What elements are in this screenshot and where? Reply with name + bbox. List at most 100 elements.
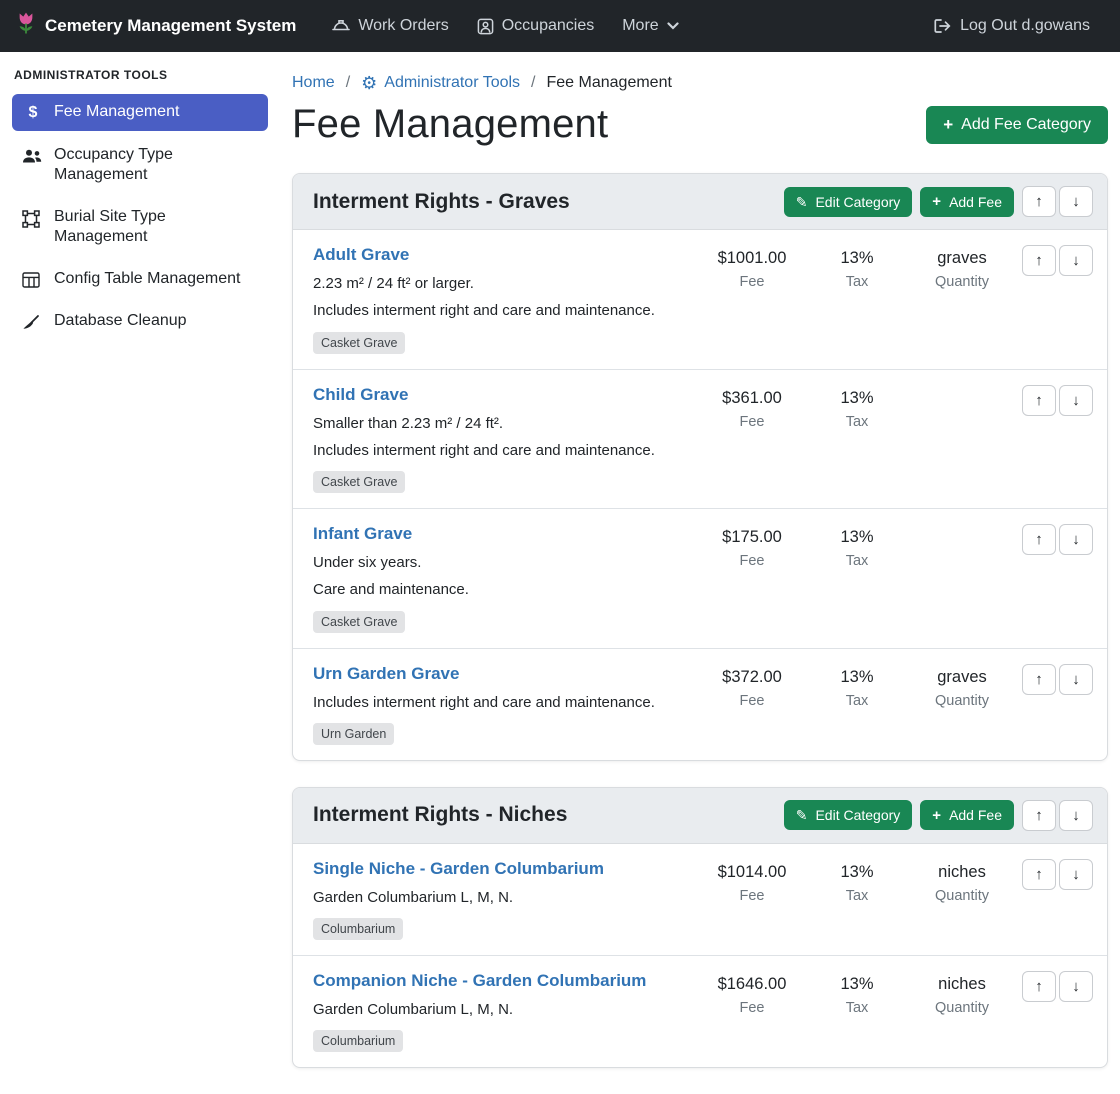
up-arrow-icon: ↑ <box>1035 531 1043 548</box>
top-navbar: Cemetery Management System Work Orders O… <box>0 0 1120 52</box>
category-card-graves: Interment Rights - Graves ✎ Edit Categor… <box>292 173 1108 761</box>
move-fee-up-button[interactable]: ↑ <box>1022 971 1056 1002</box>
pencil-icon: ✎ <box>796 195 808 209</box>
add-fee-label: Add Fee <box>949 194 1002 210</box>
move-category-down-button[interactable]: ↓ <box>1059 800 1093 831</box>
add-fee-button[interactable]: + Add Fee <box>920 187 1014 217</box>
fee-reorder-buttons: ↑ ↓ <box>1022 245 1093 276</box>
fee-name-link[interactable]: Urn Garden Grave <box>313 664 684 684</box>
fee-amount-column: $361.00 Fee <box>692 385 812 435</box>
down-arrow-icon: ↓ <box>1072 671 1080 688</box>
add-fee-label: Add Fee <box>949 807 1002 823</box>
sidebar-item-label: Burial Site Type Management <box>54 207 258 247</box>
tax-label: Tax <box>812 271 902 294</box>
fee-info: Child Grave Smaller than 2.23 m² / 24 ft… <box>313 385 692 494</box>
plus-icon: + <box>932 194 941 209</box>
move-fee-up-button[interactable]: ↑ <box>1022 385 1056 416</box>
move-fee-up-button[interactable]: ↑ <box>1022 524 1056 555</box>
category-reorder-buttons: ↑ ↓ <box>1022 800 1093 831</box>
move-fee-down-button[interactable]: ↓ <box>1059 524 1093 555</box>
nav-item-occupancies[interactable]: Occupancies <box>463 17 609 35</box>
fee-amount-label: Fee <box>692 885 812 908</box>
sidebar-item-label: Config Table Management <box>54 269 241 289</box>
fee-info: Urn Garden Grave Includes interment righ… <box>313 664 692 745</box>
app-brand[interactable]: Cemetery Management System <box>16 11 296 41</box>
sidebar-item-config-table-management[interactable]: Config Table Management <box>12 261 268 297</box>
move-fee-down-button[interactable]: ↓ <box>1059 385 1093 416</box>
sidebar-item-fee-management[interactable]: $ Fee Management <box>12 94 268 131</box>
move-fee-up-button[interactable]: ↑ <box>1022 859 1056 890</box>
sidebar: Administrator Tools $ Fee Management Occ… <box>0 52 280 346</box>
tax-column: 13% Tax <box>812 664 902 714</box>
add-fee-button[interactable]: + Add Fee <box>920 800 1014 830</box>
fee-amount-label: Fee <box>692 271 812 294</box>
fee-amount-column: $1001.00 Fee <box>692 245 812 295</box>
tax-column: 13% Tax <box>812 245 902 295</box>
move-category-up-button[interactable]: ↑ <box>1022 186 1056 217</box>
occupant-card-icon <box>477 18 494 35</box>
sidebar-item-occupancy-type-management[interactable]: Occupancy Type Management <box>12 137 268 193</box>
fee-row-adult-grave: Adult Grave 2.23 m² / 24 ft² or larger. … <box>293 230 1107 370</box>
breadcrumb: Home / ⚙ Administrator Tools / Fee Manag… <box>292 74 1108 92</box>
fee-name-link[interactable]: Child Grave <box>313 385 684 405</box>
quantity-value: niches <box>902 971 1022 997</box>
edit-category-button[interactable]: ✎ Edit Category <box>784 187 913 217</box>
quantity-column: graves Quantity <box>902 245 1022 295</box>
app-brand-label: Cemetery Management System <box>45 16 296 36</box>
nav-item-more[interactable]: More <box>608 17 692 35</box>
up-arrow-icon: ↑ <box>1035 193 1043 210</box>
sidebar-heading: Administrator Tools <box>0 68 280 92</box>
nav-item-work-orders[interactable]: Work Orders <box>318 17 462 35</box>
fee-name-link[interactable]: Adult Grave <box>313 245 684 265</box>
plus-icon: + <box>943 116 953 133</box>
up-arrow-icon: ↑ <box>1035 807 1043 824</box>
quantity-column: niches Quantity <box>902 859 1022 909</box>
fee-description: Includes interment right and care and ma… <box>313 691 684 714</box>
move-fee-up-button[interactable]: ↑ <box>1022 664 1056 695</box>
pencil-icon: ✎ <box>796 808 808 822</box>
move-fee-down-button[interactable]: ↓ <box>1059 859 1093 890</box>
sidebar-item-database-cleanup[interactable]: Database Cleanup <box>12 303 268 340</box>
sidebar-item-label: Database Cleanup <box>54 311 187 331</box>
category-header: Interment Rights - Graves ✎ Edit Categor… <box>293 174 1107 230</box>
plus-icon: + <box>932 808 941 823</box>
edit-category-label: Edit Category <box>815 807 900 823</box>
nav-item-label: Occupancies <box>502 17 595 35</box>
move-fee-down-button[interactable]: ↓ <box>1059 245 1093 276</box>
fee-name-link[interactable]: Companion Niche - Garden Columbarium <box>313 971 684 991</box>
quantity-label: Quantity <box>902 997 1022 1020</box>
breadcrumb-current: Fee Management <box>547 74 672 92</box>
move-category-down-button[interactable]: ↓ <box>1059 186 1093 217</box>
fee-type-badge: Casket Grave <box>313 611 405 633</box>
fee-amount-column: $175.00 Fee <box>692 524 812 574</box>
move-fee-up-button[interactable]: ↑ <box>1022 245 1056 276</box>
tax-value: 13% <box>812 859 902 885</box>
move-fee-down-button[interactable]: ↓ <box>1059 971 1093 1002</box>
fee-name-link[interactable]: Infant Grave <box>313 524 684 544</box>
breadcrumb-home-link[interactable]: Home <box>292 74 335 92</box>
quantity-label: Quantity <box>902 885 1022 908</box>
move-category-up-button[interactable]: ↑ <box>1022 800 1056 831</box>
fee-name-link[interactable]: Single Niche - Garden Columbarium <box>313 859 684 879</box>
tax-value: 13% <box>812 245 902 271</box>
fee-type-badge: Casket Grave <box>313 332 405 354</box>
gear-icon: ⚙ <box>361 74 377 92</box>
breadcrumb-admin-tools-link[interactable]: ⚙ Administrator Tools <box>361 74 520 92</box>
down-arrow-icon: ↓ <box>1072 807 1080 824</box>
move-fee-down-button[interactable]: ↓ <box>1059 664 1093 695</box>
logout-link[interactable]: Log Out d.gowans <box>919 17 1104 35</box>
tax-label: Tax <box>812 411 902 434</box>
down-arrow-icon: ↓ <box>1072 392 1080 409</box>
category-card-niches: Interment Rights - Niches ✎ Edit Categor… <box>292 787 1108 1069</box>
fee-amount-label: Fee <box>692 411 812 434</box>
quantity-value: graves <box>902 245 1022 271</box>
quantity-label: Quantity <box>902 271 1022 294</box>
fee-reorder-buttons: ↑ ↓ <box>1022 971 1093 1002</box>
add-fee-category-button[interactable]: + Add Fee Category <box>926 106 1108 144</box>
nav-item-label: More <box>622 17 658 35</box>
hard-hat-icon <box>332 19 350 34</box>
sidebar-item-burial-site-type-management[interactable]: Burial Site Type Management <box>12 199 268 255</box>
fee-amount: $372.00 <box>692 664 812 690</box>
fee-amount: $175.00 <box>692 524 812 550</box>
edit-category-button[interactable]: ✎ Edit Category <box>784 800 913 830</box>
